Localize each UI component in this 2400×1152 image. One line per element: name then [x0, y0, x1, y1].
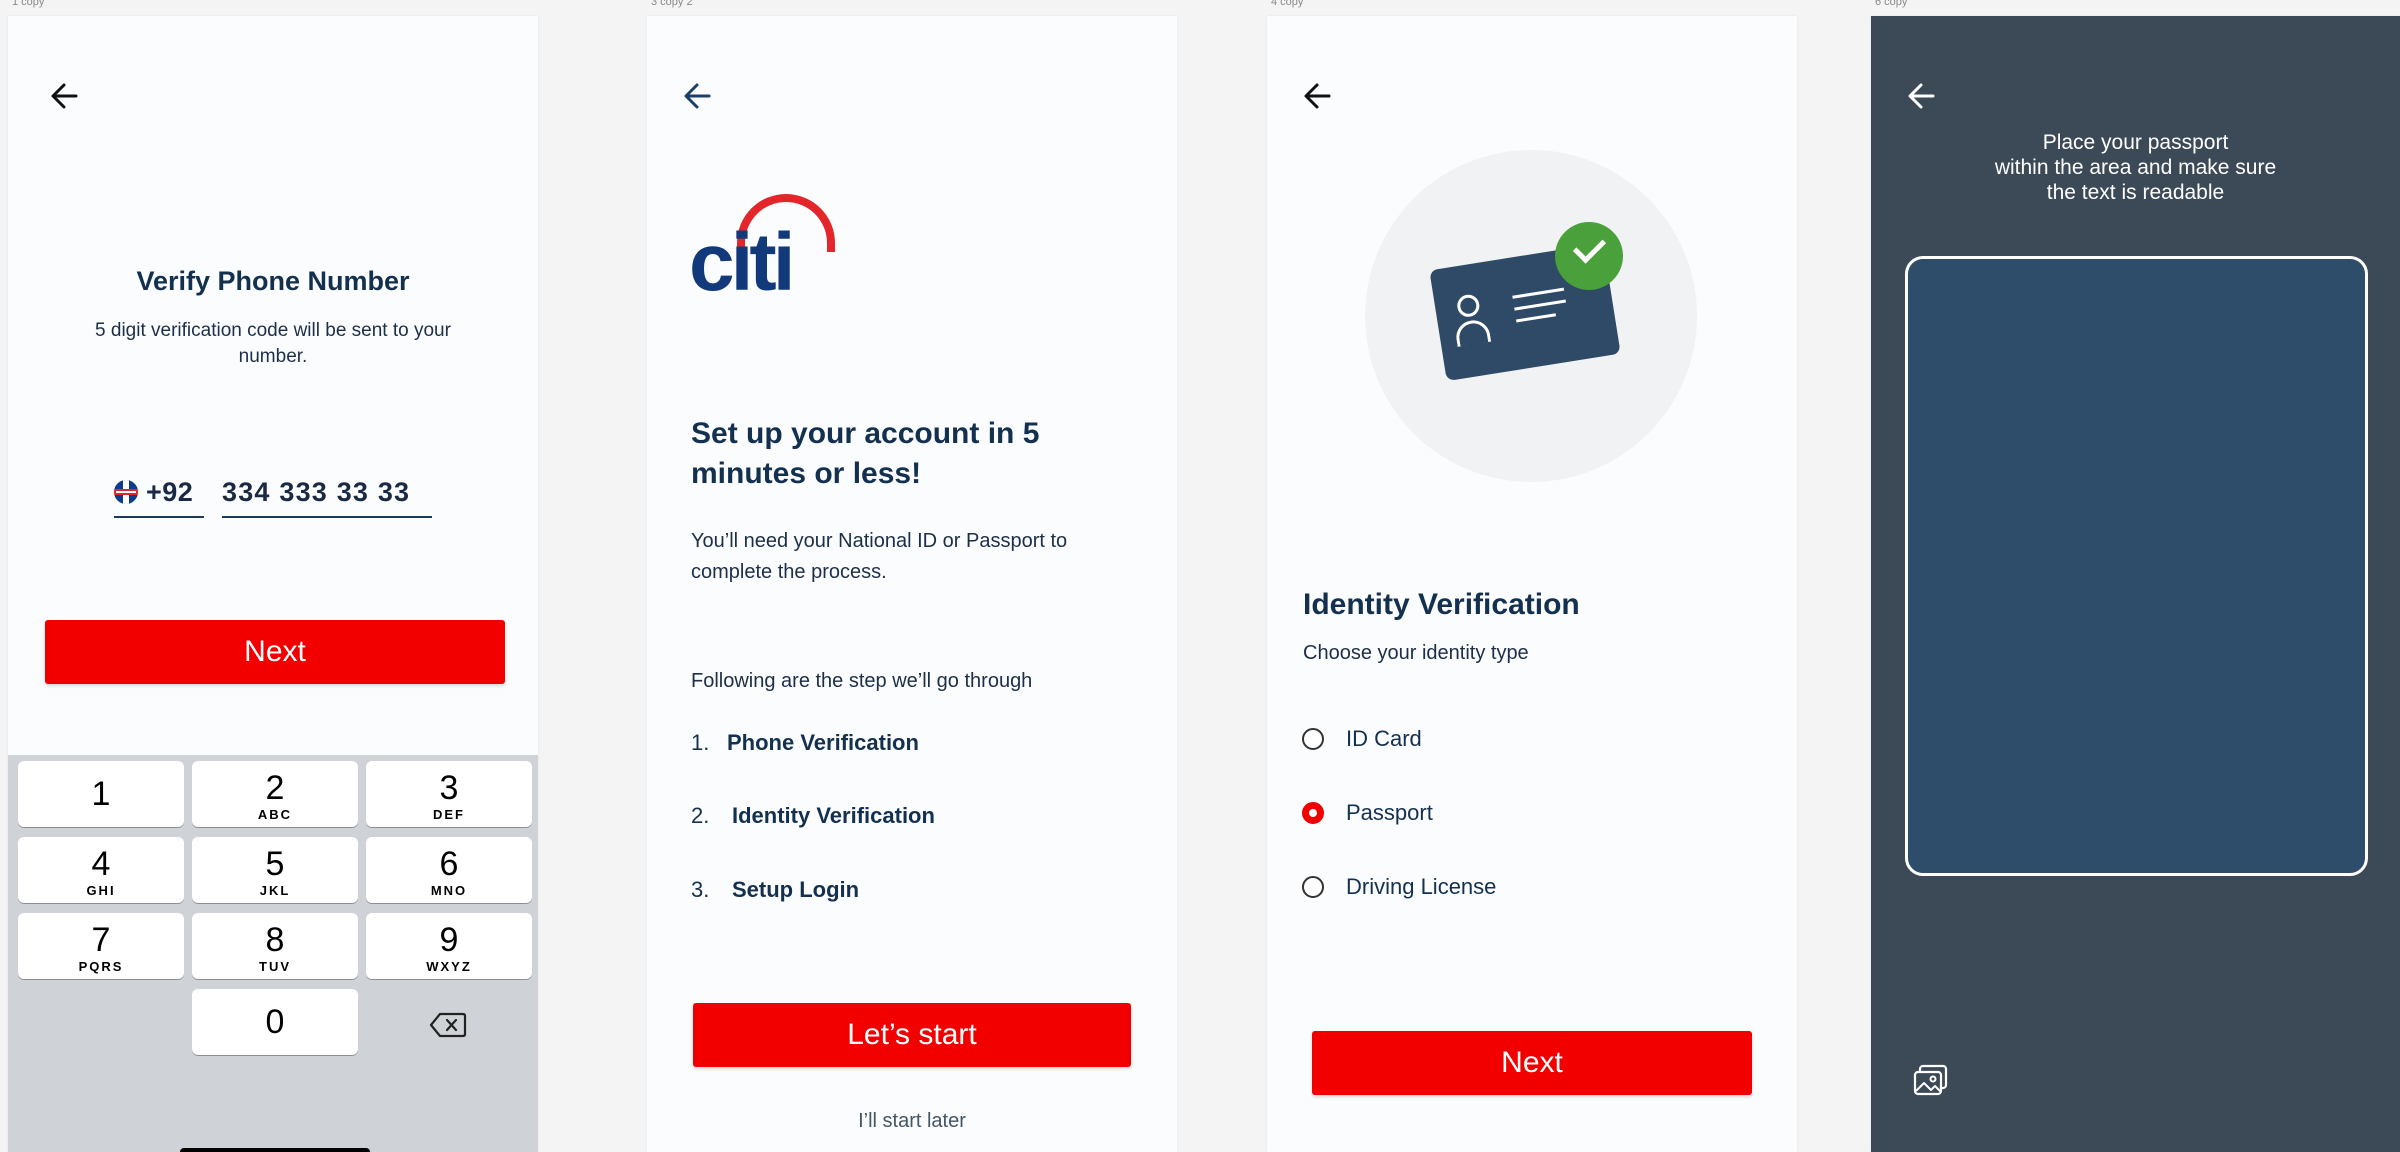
- page-subtitle: Choose your identity type: [1303, 642, 1529, 664]
- key-digit: 6: [439, 845, 459, 883]
- key-7[interactable]: 7 PQRS: [18, 913, 184, 979]
- frame-label-3: 4 copy: [1271, 0, 1304, 8]
- lets-start-button[interactable]: Let’s start: [693, 1003, 1131, 1067]
- step-index: 1.: [691, 730, 710, 755]
- country-code-selector[interactable]: +92: [114, 468, 204, 518]
- key-letters: WXYZ: [426, 959, 472, 974]
- option-id-card[interactable]: ID Card: [1302, 726, 1422, 752]
- option-label: Passport: [1346, 800, 1433, 825]
- step-label: Setup Login: [732, 877, 860, 902]
- key-digit: 4: [91, 845, 111, 883]
- option-driving-license[interactable]: Driving License: [1302, 874, 1496, 900]
- setup-account-screen: citi Set up your account in 5 minutes or…: [647, 16, 1177, 1152]
- card-text-line: [1512, 287, 1565, 299]
- back-arrow-icon: [51, 83, 78, 109]
- key-2[interactable]: 2 ABC: [192, 761, 358, 827]
- person-body-shape: [1453, 317, 1492, 347]
- page-title: Verify Phone Number: [136, 266, 410, 296]
- steps-intro: Following are the step we’ll go through: [691, 670, 1033, 692]
- key-8[interactable]: 8 TUV: [192, 913, 358, 979]
- numeric-keypad: 1 2 ABC 3 DEF 4 GHI 5 JKL 6 MNO 7 PQRS 8 TUV 9W…: [8, 755, 538, 1152]
- uk-flag-icon: [114, 480, 138, 504]
- key-9[interactable]: 9 WXYZ: [366, 913, 532, 979]
- back-arrow-icon: [1304, 83, 1331, 109]
- back-button[interactable]: [46, 76, 86, 116]
- option-label: Driving License: [1346, 874, 1497, 899]
- key-3[interactable]: 3 DEF: [366, 761, 532, 827]
- passport-scan-screen: Place your passport within the area and …: [1871, 16, 2400, 1152]
- key-digit: 8: [265, 921, 285, 959]
- step-item: 1. Phone Verification: [691, 730, 919, 756]
- key-letters: GHI: [86, 883, 116, 898]
- next-button[interactable]: Next: [45, 620, 505, 684]
- step-label: Phone Verification: [727, 730, 919, 755]
- key-letters: MNO: [430, 883, 468, 898]
- home-indicator: [180, 1148, 370, 1152]
- back-button[interactable]: [1299, 76, 1339, 116]
- setup-description: You’ll need your National ID or Passport…: [691, 530, 1068, 583]
- key-0[interactable]: 0: [192, 989, 358, 1055]
- step-index: 3.: [691, 877, 710, 902]
- card-text-line: [1516, 313, 1557, 323]
- key-4[interactable]: 4 GHI: [18, 837, 184, 903]
- back-button[interactable]: [679, 76, 719, 116]
- next-button[interactable]: Next: [1312, 1031, 1752, 1095]
- step-index: 2.: [691, 803, 710, 828]
- key-letters: JKL: [259, 883, 291, 898]
- option-label: ID Card: [1346, 726, 1422, 751]
- key-letters: PQRS: [78, 959, 124, 974]
- step-label: Identity Verification: [732, 803, 935, 828]
- key-digit: 3: [439, 769, 459, 807]
- passport-scan-area: [1905, 256, 2368, 876]
- backspace-key[interactable]: [428, 1010, 468, 1040]
- citi-logo: citi: [689, 194, 839, 308]
- country-code-value: +92: [146, 476, 194, 507]
- radio-button-selected[interactable]: [1302, 802, 1324, 824]
- step-item: 3. Setup Login: [691, 877, 859, 903]
- card-text-line: [1514, 299, 1567, 311]
- key-1[interactable]: 1: [18, 761, 184, 827]
- frame-label-1: 1 copy: [12, 0, 45, 8]
- back-button[interactable]: [1903, 76, 1943, 116]
- key-5[interactable]: 5 JKL: [192, 837, 358, 903]
- phone-number-input[interactable]: 334 333 33 33: [222, 468, 432, 518]
- verify-phone-screen: Verify Phone Number 5 digit verification…: [8, 16, 538, 1152]
- key-digit: 9: [439, 921, 459, 959]
- key-6[interactable]: 6 MNO: [366, 837, 532, 903]
- key-digit: 5: [265, 845, 285, 883]
- backspace-icon: [429, 1012, 467, 1038]
- key-letters: DEF: [433, 807, 465, 822]
- person-head-shape: [1455, 293, 1481, 319]
- key-digit: 2: [265, 769, 285, 807]
- page-title: Identity Verification: [1303, 588, 1580, 621]
- radio-button[interactable]: [1302, 876, 1324, 898]
- key-letters: ABC: [257, 807, 293, 822]
- frame-label-4: 6 copy: [1875, 0, 1908, 8]
- back-arrow-icon: [684, 83, 711, 109]
- frame-label-2: 3 copy 2: [651, 0, 693, 8]
- step-item: 2. Identity Verification: [691, 803, 935, 829]
- key-digit: 7: [91, 921, 111, 959]
- key-digit: 1: [91, 775, 111, 813]
- key-letters: TUV: [259, 959, 291, 974]
- key-digit: 0: [265, 1003, 285, 1041]
- setup-headline: Set up your account in 5 minutes or less…: [691, 417, 1040, 490]
- checkmark-icon: [1555, 222, 1623, 290]
- gallery-icon: [1913, 1064, 1948, 1096]
- page-subtitle: 5 digit verification code will be sent t…: [95, 320, 451, 367]
- start-later-link[interactable]: I’ll start later: [647, 1110, 1177, 1133]
- gallery-button[interactable]: [1911, 1061, 1951, 1101]
- citi-logo-text: citi: [689, 217, 796, 308]
- back-arrow-icon: [1908, 83, 1935, 109]
- scan-instruction: Place your passport within the area and …: [1994, 131, 2277, 204]
- radio-button[interactable]: [1302, 728, 1324, 750]
- option-passport[interactable]: Passport: [1302, 800, 1433, 826]
- identity-verification-screen: Identity Verification Choose your identi…: [1267, 16, 1797, 1152]
